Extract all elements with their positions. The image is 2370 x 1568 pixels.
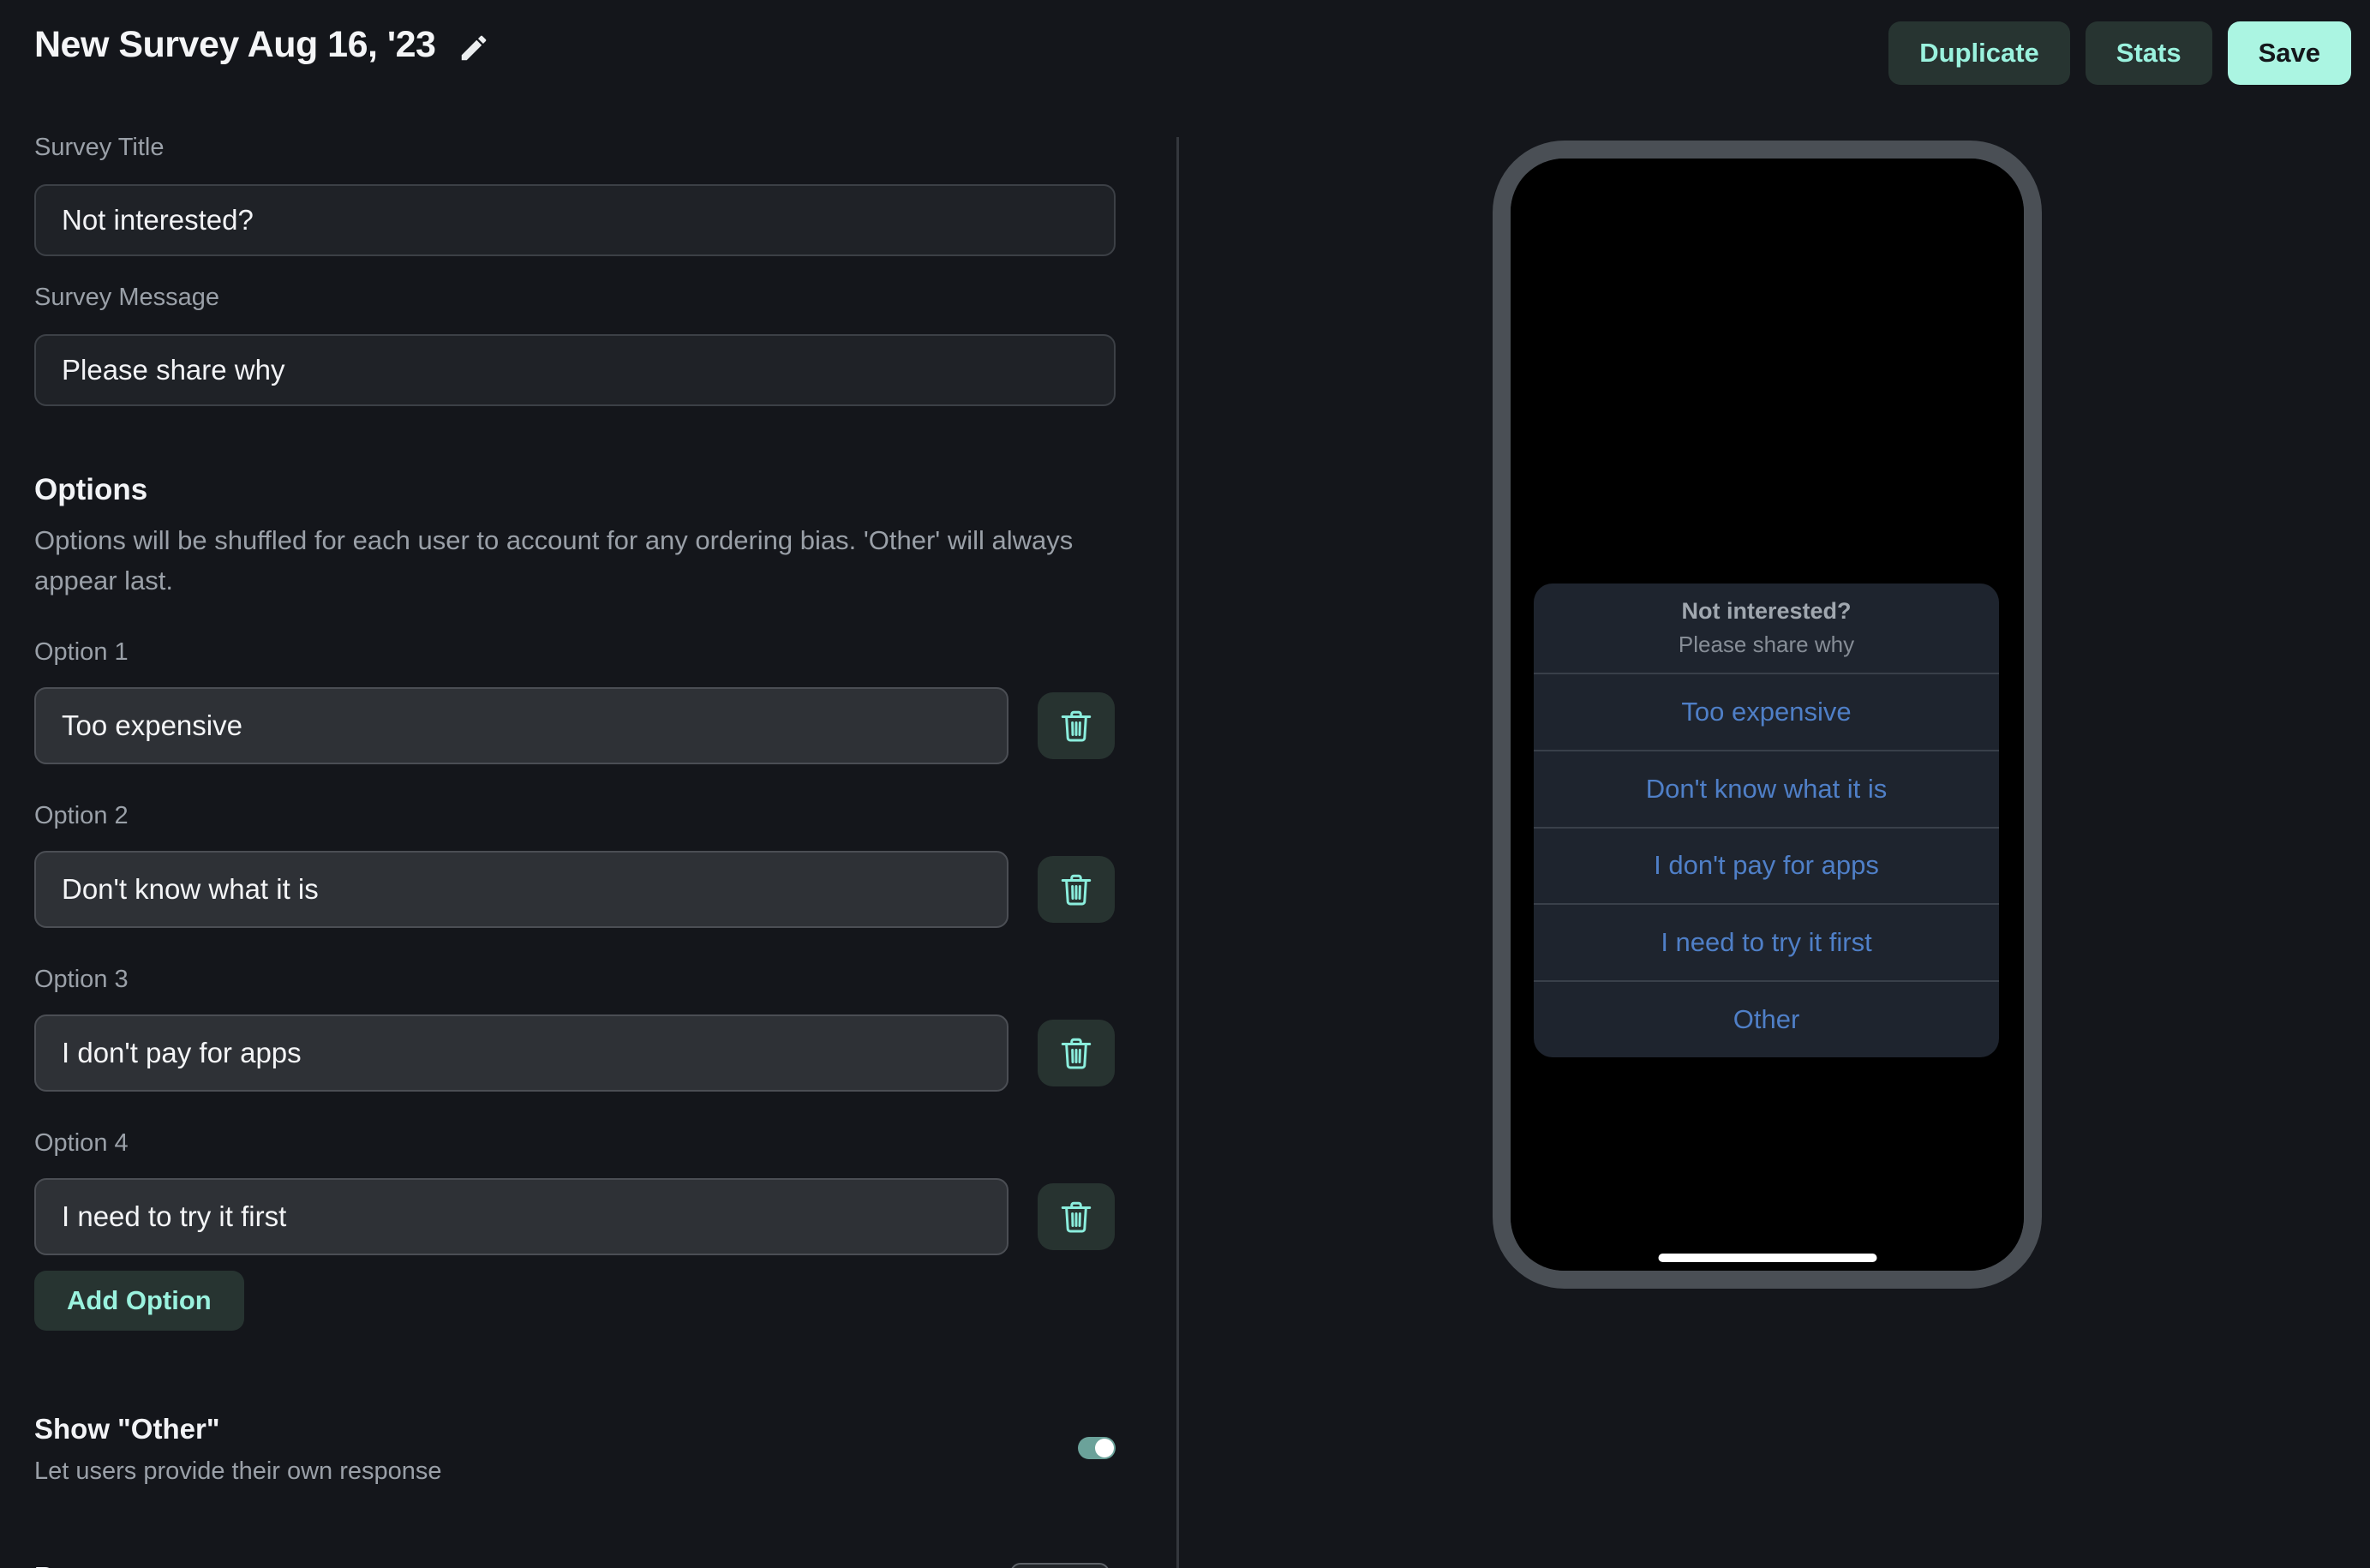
phone-preview: Not interested? Please share why Too exp… [1493, 141, 2042, 1289]
add-option-button[interactable]: Add Option [34, 1271, 244, 1331]
home-indicator [1658, 1254, 1876, 1262]
dialog-option-other: Other [1534, 980, 1999, 1057]
phone-screen: Not interested? Please share why Too exp… [1511, 159, 2024, 1271]
option-3-label: Option 3 [34, 966, 1121, 994]
delete-option-2-button[interactable] [1038, 856, 1115, 923]
option-4-input[interactable] [34, 1178, 1008, 1255]
trash-icon [1058, 1035, 1094, 1071]
trash-icon [1058, 708, 1094, 744]
delete-option-1-button[interactable] [1038, 692, 1115, 759]
column-divider [1176, 137, 1179, 1568]
toggle-knob [1095, 1439, 1114, 1457]
show-other-subtitle: Let users provide their own response [34, 1457, 442, 1486]
option-group-1: Option 1 [34, 638, 1121, 764]
option-3-input[interactable] [34, 1014, 1008, 1092]
options-description: Options will be shuffled for each user t… [34, 521, 1101, 601]
option-group-2: Option 2 [34, 802, 1121, 928]
dialog-option-3: I don't pay for apps [1534, 827, 1999, 904]
options-heading: Options [34, 473, 1121, 507]
delete-option-3-button[interactable] [1038, 1020, 1115, 1086]
option-2-label: Option 2 [34, 802, 1121, 830]
dialog-option-2: Don't know what it is [1534, 750, 1999, 827]
survey-message-label: Survey Message [34, 284, 1121, 312]
percentage-heading: Percentage [34, 1561, 625, 1568]
dialog-option-1: Too expensive [1534, 673, 1999, 750]
survey-title-input[interactable] [34, 184, 1116, 256]
option-group-3: Option 3 [34, 966, 1121, 1092]
show-other-toggle[interactable] [1078, 1437, 1116, 1459]
option-group-4: Option 4 [34, 1129, 1121, 1255]
trash-icon [1058, 1199, 1094, 1235]
dialog-message: Please share why [1679, 631, 1854, 658]
trash-icon [1058, 871, 1094, 907]
delete-option-4-button[interactable] [1038, 1183, 1115, 1250]
option-1-input[interactable] [34, 687, 1008, 764]
stats-button[interactable]: Stats [2086, 21, 2212, 85]
percentage-section: Percentage How many paywalled users shou… [34, 1561, 1157, 1568]
save-button[interactable]: Save [2228, 21, 2351, 85]
percentage-input[interactable] [1010, 1563, 1110, 1568]
option-4-label: Option 4 [34, 1129, 1121, 1158]
show-other-section: Show "Other" Let users provide their own… [34, 1413, 1116, 1486]
option-1-label: Option 1 [34, 638, 1121, 667]
dialog-option-4: I need to try it first [1534, 903, 1999, 980]
survey-form: Survey Title Survey Message Options Opti… [34, 0, 1121, 1568]
header-actions: Duplicate Stats Save [1888, 21, 2351, 85]
option-2-input[interactable] [34, 851, 1008, 928]
show-other-heading: Show "Other" [34, 1413, 442, 1445]
survey-preview-dialog: Not interested? Please share why Too exp… [1534, 584, 1999, 1057]
survey-title-label: Survey Title [34, 134, 1121, 162]
survey-message-input[interactable] [34, 334, 1116, 406]
duplicate-button[interactable]: Duplicate [1888, 21, 2070, 85]
dialog-title: Not interested? [1681, 598, 1851, 625]
dialog-header: Not interested? Please share why [1534, 584, 1999, 673]
